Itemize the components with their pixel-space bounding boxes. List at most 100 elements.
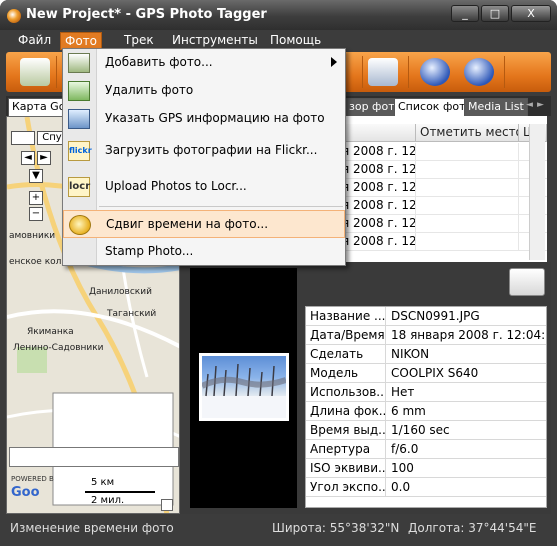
menu-item-stamp-photo[interactable]: Stamp Photo... bbox=[63, 238, 345, 266]
property-row: ISO эквиви... 100 bbox=[306, 459, 546, 478]
powered-by-label: POWERED B bbox=[11, 475, 54, 483]
menu-file[interactable]: Файл bbox=[14, 32, 55, 50]
maximize-button[interactable]: □ bbox=[481, 5, 509, 22]
status-bar: Изменение времени фото Широта: 55°38'32"… bbox=[0, 514, 557, 546]
status-message: Изменение времени фото bbox=[10, 521, 174, 535]
property-row: Время выд... 1/160 sec bbox=[306, 421, 546, 440]
property-value: Нет bbox=[391, 385, 415, 399]
zoom-out-button[interactable]: − bbox=[29, 207, 43, 221]
property-row: Название ... DSCN0991.JPG bbox=[306, 307, 546, 326]
close-button[interactable]: X bbox=[511, 5, 551, 22]
photos-stack-icon bbox=[68, 53, 90, 73]
flickr-icon: flickr bbox=[68, 141, 92, 161]
map-search-field[interactable] bbox=[11, 131, 35, 145]
app-logo-icon bbox=[7, 9, 21, 23]
property-value: NIKON bbox=[391, 347, 430, 361]
photo-properties-table: Название ... DSCN0991.JPG Дата/Время 18 … bbox=[305, 306, 547, 508]
mark-cell bbox=[416, 197, 519, 215]
status-latitude: Широта: 55°38'32"N bbox=[272, 521, 400, 535]
menu-item-label: Удалить фото bbox=[105, 83, 194, 97]
add-photos-icon[interactable] bbox=[20, 58, 50, 86]
toolbar-separator bbox=[504, 56, 505, 88]
toolbar-separator bbox=[408, 56, 409, 88]
menu-item-label: Указать GPS информацию на фото bbox=[105, 111, 325, 125]
menu-item-set-gps[interactable]: Указать GPS информацию на фото bbox=[63, 105, 345, 133]
menu-item-upload-flickr[interactable]: flickr Загрузить фотографии на Flickr... bbox=[63, 137, 345, 165]
property-value: 100 bbox=[391, 461, 414, 475]
status-longitude: Долгота: 37°44'54"E bbox=[408, 521, 537, 535]
property-row: Длина фок... 6 mm bbox=[306, 402, 546, 421]
property-key: Угол экспо... bbox=[306, 478, 386, 496]
toolbar-separator bbox=[362, 56, 363, 88]
map-label: амовники bbox=[9, 231, 56, 241]
property-row: Дата/Время 18 января 2008 г. 12:04:22 bbox=[306, 326, 546, 345]
app-window: New Project* - GPS Photo Tagger _ □ X Фа… bbox=[0, 0, 557, 546]
list-scrollbar[interactable] bbox=[529, 124, 545, 260]
column-mark-place[interactable]: Отметить место bbox=[416, 124, 519, 142]
property-row: Использов... Нет bbox=[306, 383, 546, 402]
property-key: Использов... bbox=[306, 383, 386, 401]
pan-left-button[interactable]: ◄ bbox=[21, 151, 35, 165]
property-row: Сделать NIKON bbox=[306, 345, 546, 364]
gps-pin-button[interactable] bbox=[509, 268, 545, 296]
document-icon[interactable] bbox=[368, 58, 398, 86]
property-value: f/6.0 bbox=[391, 442, 419, 456]
property-key: Длина фок... bbox=[306, 402, 386, 420]
photo-menu-dropdown: Добавить фото... Удалить фото Указать GP… bbox=[62, 48, 346, 266]
property-row: Апертура f/6.0 bbox=[306, 440, 546, 459]
map-label: Ленино-Садовники bbox=[13, 343, 104, 353]
pan-down-button[interactable]: ▼ bbox=[29, 169, 43, 183]
property-key: Дата/Время bbox=[306, 326, 386, 344]
property-key: ISO эквиви... bbox=[306, 459, 386, 477]
menu-item-label: Stamp Photo... bbox=[105, 244, 194, 258]
property-key: Сделать bbox=[306, 345, 386, 363]
date-cell: я 2008 г. 12: bbox=[338, 197, 416, 215]
property-value: 18 января 2008 г. 12:04:22 bbox=[391, 328, 546, 342]
menu-item-add-photos[interactable]: Добавить фото... bbox=[63, 49, 345, 77]
menu-item-label: Сдвиг времени на фото... bbox=[106, 217, 269, 231]
tab-scroll-right-icon[interactable]: ► bbox=[537, 100, 544, 110]
window-title: New Project* - GPS Photo Tagger bbox=[26, 7, 267, 22]
date-cell: я 2008 г. 12: bbox=[338, 215, 416, 233]
globe-export-icon[interactable] bbox=[420, 58, 450, 86]
resize-grip-icon[interactable] bbox=[161, 499, 173, 511]
tab-scroll-left-icon[interactable]: ◄ bbox=[526, 100, 533, 110]
globe-kmz-icon[interactable] bbox=[464, 58, 494, 86]
property-key: Апертура bbox=[306, 440, 386, 458]
menu-bar: Файл Фото Трек Инструменты Помощь bbox=[0, 30, 557, 50]
map-label: Якиманка bbox=[27, 327, 74, 337]
mark-cell bbox=[416, 161, 519, 179]
menu-item-label: Загрузить фотографии на Flickr... bbox=[105, 143, 318, 157]
pan-right-button[interactable]: ► bbox=[37, 151, 51, 165]
property-key: Название ... bbox=[306, 307, 386, 325]
tab-google-map[interactable]: Карта Go bbox=[8, 98, 70, 116]
mark-cell bbox=[416, 179, 519, 197]
gps-pin-icon bbox=[68, 109, 90, 129]
menu-item-label: Upload Photos to Locr... bbox=[105, 179, 247, 193]
google-logo-icon: Goo bbox=[11, 485, 40, 500]
menu-item-time-shift[interactable]: Сдвиг времени на фото... bbox=[63, 210, 345, 238]
scale-miles: 2 мил. bbox=[91, 495, 125, 506]
property-row: Модель COOLPIX S640 bbox=[306, 364, 546, 383]
mark-cell bbox=[416, 143, 519, 161]
property-key: Модель bbox=[306, 364, 386, 382]
tab-media-list[interactable]: Media List bbox=[464, 98, 528, 116]
minimize-button[interactable]: _ bbox=[451, 5, 479, 22]
menu-item-remove-photo[interactable]: Удалить фото bbox=[63, 77, 345, 105]
menu-item-label: Добавить фото... bbox=[105, 55, 213, 69]
date-cell: я 2008 г. 12: bbox=[338, 179, 416, 197]
date-cell: я 2008 г. 12: bbox=[338, 233, 416, 251]
photo-thumbnail[interactable] bbox=[199, 353, 289, 421]
photo-remove-icon bbox=[68, 81, 90, 101]
map-overview-input[interactable] bbox=[9, 447, 179, 467]
zoom-in-button[interactable]: + bbox=[29, 191, 43, 205]
scale-bar bbox=[85, 491, 155, 493]
property-value: COOLPIX S640 bbox=[391, 366, 479, 380]
toolbar-separator bbox=[56, 56, 57, 88]
scale-km: 5 км bbox=[91, 477, 115, 488]
property-value: DSCN0991.JPG bbox=[391, 309, 480, 323]
menu-item-upload-locr[interactable]: locr Upload Photos to Locr... bbox=[63, 173, 345, 201]
title-bar[interactable]: New Project* - GPS Photo Tagger _ □ X bbox=[0, 0, 557, 30]
property-row: Угол экспо... 0.0 bbox=[306, 478, 546, 497]
date-cell: я 2008 г. 12: bbox=[338, 161, 416, 179]
